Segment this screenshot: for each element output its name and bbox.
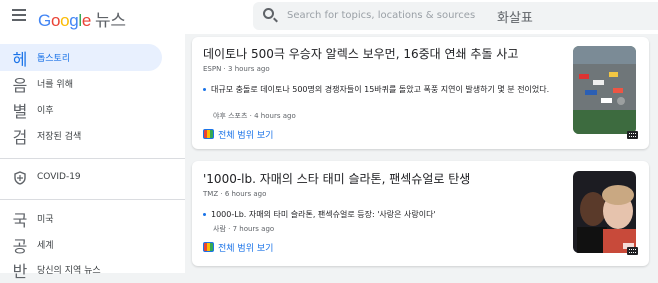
related-article-meta: 사람 · 7 hours ago bbox=[213, 225, 275, 233]
search-bar[interactable]: Search for topics, locations & sources 화… bbox=[253, 2, 658, 30]
top-stories-icon: 헤 bbox=[12, 50, 28, 69]
local-news-icon: 반 bbox=[12, 262, 28, 281]
more-options-icon[interactable] bbox=[627, 131, 638, 139]
search-overlay-text: 화살표 bbox=[497, 11, 533, 26]
related-source: 야후 스포츠 bbox=[213, 112, 248, 120]
article-thumbnail[interactable] bbox=[573, 46, 636, 134]
sidebar-item-saved-searches[interactable]: 검 저장된 검색 bbox=[0, 122, 162, 149]
article-title[interactable]: 데이토나 500극 우승자 알렉스 보우먼, 16중대 연쇄 추돌 사고 bbox=[203, 45, 518, 62]
article-source[interactable]: ESPN bbox=[203, 65, 221, 73]
full-coverage-icon bbox=[203, 242, 214, 252]
article-meta: ESPN · 3 hours ago bbox=[203, 65, 270, 73]
sidebar-item-label: 이후 bbox=[37, 106, 54, 116]
logo[interactable]: Google 뉴스 bbox=[38, 6, 126, 31]
full-coverage-label: 전체 범위 보기 bbox=[218, 244, 274, 254]
sidebar-item-label: COVID-19 bbox=[37, 172, 81, 182]
search-icon[interactable] bbox=[263, 8, 274, 19]
search-placeholder: Search for topics, locations & sources bbox=[287, 10, 476, 21]
sidebar-item-local-news[interactable]: 반 당신의 지역 뉴스 bbox=[0, 256, 162, 283]
article-card[interactable]: 데이토나 500극 우승자 알렉스 보우먼, 16중대 연쇄 추돌 사고 ESP… bbox=[192, 37, 649, 149]
related-time: 7 hours ago bbox=[232, 225, 275, 233]
full-coverage-link[interactable]: 전체 범위 보기 bbox=[203, 241, 273, 254]
sidebar-item-world[interactable]: 공 세계 bbox=[0, 231, 162, 258]
article-meta: TMZ · 6 hours ago bbox=[203, 190, 267, 198]
article-source[interactable]: TMZ bbox=[203, 190, 218, 198]
sidebar-item-following[interactable]: 별 이후 bbox=[0, 96, 162, 123]
sidebar-item-label: 미국 bbox=[37, 215, 54, 225]
related-source: 사람 bbox=[213, 225, 226, 233]
related-article-meta: 야후 스포츠 · 4 hours ago bbox=[213, 112, 296, 120]
country-icon: 국 bbox=[12, 211, 28, 230]
sidebar-item-label: 당신의 지역 뉴스 bbox=[37, 266, 101, 276]
google-logo: Google bbox=[38, 11, 92, 30]
top-bar: Google 뉴스 Search for topics, locations & … bbox=[0, 0, 658, 34]
related-article-text: 대규모 충돌로 데이토나 500명의 경쟁자들이 15바퀴를 돌았고 폭풍 지연… bbox=[211, 85, 550, 94]
article-time: 3 hours ago bbox=[228, 65, 270, 73]
shield-icon bbox=[11, 167, 29, 189]
article-thumbnail[interactable] bbox=[573, 171, 636, 253]
sidebar-item-covid[interactable]: COVID-19 bbox=[0, 165, 162, 192]
saved-search-icon: 검 bbox=[12, 128, 28, 147]
sidebar: 헤 톱스토리 음 너를 위해 별 이후 검 저장된 검색 COVID-19 국 … bbox=[0, 34, 185, 281]
sidebar-divider bbox=[0, 199, 185, 200]
full-coverage-icon bbox=[203, 129, 214, 139]
product-name: 뉴스 bbox=[95, 11, 126, 30]
related-article[interactable]: 1000-Lb. 자매의 타미 슬라톤, 팬섹슈얼로 등장: '사랑은 사랑이다… bbox=[203, 209, 563, 220]
sidebar-item-for-you[interactable]: 음 너를 위해 bbox=[0, 70, 162, 97]
bullet-dot bbox=[203, 213, 206, 216]
article-title[interactable]: '1000-lb. 자매의 스타 태미 슬라톤, 팬섹슈얼로 탄생 bbox=[203, 170, 470, 187]
sidebar-item-label: 톱스토리 bbox=[37, 54, 71, 64]
sidebar-item-label: 저장된 검색 bbox=[37, 132, 82, 142]
world-icon: 공 bbox=[12, 237, 28, 256]
sidebar-item-us[interactable]: 국 미국 bbox=[0, 205, 162, 232]
sidebar-item-label: 너를 위해 bbox=[37, 80, 73, 90]
full-coverage-label: 전체 범위 보기 bbox=[218, 131, 274, 141]
related-time: 4 hours ago bbox=[254, 112, 296, 120]
article-card[interactable]: '1000-lb. 자매의 스타 태미 슬라톤, 팬섹슈얼로 탄생 TMZ · … bbox=[192, 161, 649, 266]
related-article[interactable]: 대규모 충돌로 데이토나 500명의 경쟁자들이 15바퀴를 돌았고 폭풍 지연… bbox=[203, 84, 563, 95]
for-you-icon: 음 bbox=[12, 76, 28, 95]
sidebar-item-label: 세계 bbox=[37, 241, 54, 251]
related-article-text: 1000-Lb. 자매의 타미 슬라톤, 팬섹슈얼로 등장: '사랑은 사랑이다… bbox=[211, 210, 436, 219]
sidebar-divider bbox=[0, 158, 185, 159]
full-coverage-link[interactable]: 전체 범위 보기 bbox=[203, 128, 273, 141]
sidebar-item-top-stories[interactable]: 헤 톱스토리 bbox=[0, 44, 162, 71]
bullet-dot bbox=[203, 88, 206, 91]
star-icon: 별 bbox=[12, 102, 28, 121]
more-options-icon[interactable] bbox=[627, 247, 638, 255]
article-time: 6 hours ago bbox=[224, 190, 267, 198]
menu-icon[interactable] bbox=[12, 9, 26, 23]
